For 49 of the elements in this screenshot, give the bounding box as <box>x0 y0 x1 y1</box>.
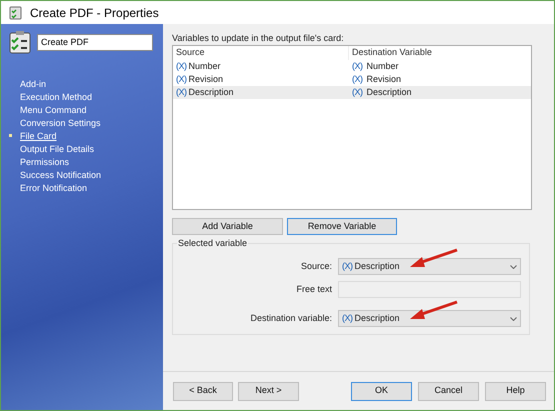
table-cell-text: Revision <box>366 72 402 86</box>
caret-icon <box>510 316 517 320</box>
variable-icon: (X) <box>176 86 186 100</box>
list-row[interactable]: (X) Description (X) Description <box>173 86 531 99</box>
dropdown[interactable]: (X) Description <box>338 258 521 275</box>
button[interactable]: Next > <box>238 382 299 400</box>
list-row[interactable]: (X) Number (X) Number <box>173 60 531 73</box>
checklist-icon <box>9 6 22 20</box>
button[interactable]: Help <box>485 382 546 400</box>
name-field[interactable]: Create PDF <box>37 34 153 50</box>
variable-icon: (X) <box>342 260 352 274</box>
sidebar-item[interactable]: Output File Details <box>20 142 94 154</box>
sidebar-item[interactable]: File Card <box>20 130 57 142</box>
field-label: Free text <box>296 282 332 296</box>
bullet-icon <box>9 134 12 137</box>
table-cell-text: Revision <box>188 72 224 86</box>
variable-icon: (X) <box>342 312 352 326</box>
button[interactable]: Cancel <box>418 382 479 400</box>
list-caption: Variables to update in the output file's card: <box>172 32 345 44</box>
column-header[interactable]: Source <box>173 46 349 60</box>
sidebar-item[interactable]: Menu Command <box>20 104 87 116</box>
table-cell-text: Description <box>188 86 234 99</box>
variable-icon: (X) <box>352 60 362 74</box>
sidebar-item[interactable]: Success Notification <box>20 168 102 180</box>
button[interactable]: < Back <box>173 382 233 400</box>
variable-icon: (X) <box>352 72 362 86</box>
list-row[interactable]: (X) Revision (X) Revision <box>173 73 531 86</box>
sidebar-item[interactable]: Error Notification <box>20 182 88 194</box>
table-cell-text: Description <box>366 86 412 99</box>
sidebar-item[interactable]: Conversion Settings <box>20 116 101 128</box>
table-cell-text: Number <box>366 60 399 73</box>
window-title: Create PDF - Properties <box>30 4 159 22</box>
variable-icon: (X) <box>352 86 362 100</box>
caret-icon <box>510 264 517 268</box>
sidebar-item[interactable]: Permissions <box>20 156 70 168</box>
button[interactable]: Remove Variable <box>287 218 397 235</box>
dropdown[interactable]: (X) Description <box>338 310 521 327</box>
button[interactable]: OK <box>351 382 412 400</box>
sidebar-item[interactable]: Execution Method <box>20 90 92 102</box>
variable-icon: (X) <box>176 72 186 86</box>
table-cell-text: Number <box>188 60 221 73</box>
sidebar-item[interactable]: Add-in <box>20 78 46 90</box>
field-label: Source: <box>300 260 332 273</box>
column-header[interactable]: Destination Variable <box>349 46 531 60</box>
checklist-icon <box>9 30 31 54</box>
group-title: Selected variable <box>177 238 248 249</box>
field-label: Destination variable: <box>250 312 332 325</box>
button[interactable]: Add Variable <box>172 218 283 235</box>
variable-icon: (X) <box>176 60 186 74</box>
